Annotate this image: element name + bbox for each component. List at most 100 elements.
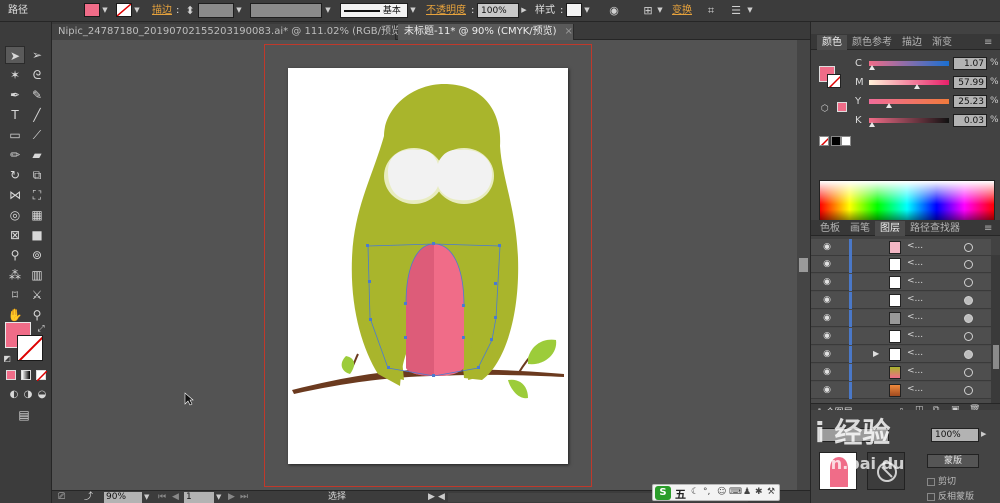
shape-builder-tool-icon[interactable]: ◎ <box>5 206 25 224</box>
pen-tool-icon[interactable]: ✒ <box>5 86 25 104</box>
chevron-down-icon[interactable]: ▼ <box>216 492 221 503</box>
layer-row[interactable]: ◉ <... <box>811 382 991 399</box>
moon-icon[interactable]: ☾ <box>691 487 699 497</box>
eyedropper-tool-icon[interactable]: ⚲ <box>5 246 25 264</box>
recolor-artwork-icon[interactable]: ◉ <box>606 3 622 18</box>
stroke-none-swatch[interactable] <box>116 3 132 17</box>
owl-artwork[interactable] <box>288 68 568 464</box>
lasso-tool-icon[interactable]: ᘓ <box>27 66 47 84</box>
sogou-logo-icon[interactable]: S <box>655 486 671 500</box>
tab-untitled-11[interactable]: 未标题-11* @ 90% (CMYK/预览) × <box>398 24 574 40</box>
yellow-value-input[interactable]: 25.23 <box>953 95 987 108</box>
target-icon[interactable] <box>964 368 973 377</box>
magic-wand-tool-icon[interactable]: ✶ <box>5 66 25 84</box>
magenta-slider[interactable] <box>869 80 949 85</box>
first-page-icon[interactable]: ⏮ <box>158 492 166 503</box>
chevron-down-icon[interactable]: ▼ <box>583 3 591 17</box>
visibility-eye-icon[interactable]: ◉ <box>821 313 833 323</box>
perspective-grid-tool-icon[interactable]: ▦ <box>27 206 47 224</box>
punctuation-icon[interactable]: °, <box>703 487 710 497</box>
chevron-down-icon[interactable]: ▼ <box>656 3 664 17</box>
stepper-icon[interactable]: ⬍ <box>182 3 198 18</box>
width-tool-icon[interactable]: ⋈ <box>5 186 25 204</box>
prev-page-icon[interactable]: ◀ <box>172 492 179 503</box>
next-page-icon[interactable]: ▶ <box>228 492 235 503</box>
chevron-right-icon[interactable]: ▶ <box>520 3 528 17</box>
slice-tool-icon[interactable]: ⚔ <box>27 286 47 304</box>
stroke-weight-input[interactable] <box>198 3 234 18</box>
yellow-knob[interactable] <box>886 103 892 108</box>
layer-row[interactable]: ◉ <... <box>811 310 991 327</box>
layer-row[interactable]: ◉ <... <box>811 292 991 309</box>
tab-color[interactable]: 颜色 <box>817 35 847 50</box>
fill-swatch[interactable] <box>84 3 100 17</box>
blend-tool-icon[interactable]: ⊚ <box>27 246 47 264</box>
black-slider[interactable] <box>869 118 949 123</box>
zoom-input[interactable]: 90% <box>104 492 142 503</box>
rectangle-tool-icon[interactable]: ▭ <box>5 126 25 144</box>
invert-mask-checkbox[interactable]: 反相蒙版 <box>927 489 974 502</box>
layer-row[interactable]: ◉ <... <box>811 328 991 345</box>
opacity-link[interactable]: 不透明度 <box>426 3 466 18</box>
none-color-swatch[interactable] <box>819 136 829 146</box>
layers-scrollbar[interactable] <box>991 255 1000 403</box>
out-of-gamut-icon[interactable]: ⬡ <box>821 104 829 114</box>
tab-color-guide[interactable]: 颜色参考 <box>847 35 897 50</box>
skin-icon[interactable]: ✱ <box>755 487 763 497</box>
opacity-input[interactable]: 100% <box>477 3 519 18</box>
magenta-knob[interactable] <box>914 84 920 89</box>
chevron-down-icon[interactable]: ▼ <box>746 3 754 17</box>
target-icon[interactable] <box>964 278 973 287</box>
black-value-input[interactable]: 0.03 <box>953 114 987 127</box>
pencil-tool-icon[interactable]: ✏ <box>5 146 25 164</box>
keyboard-icon[interactable]: ⌨ <box>729 487 742 497</box>
scroll-left-icon[interactable]: ◀ <box>438 492 445 503</box>
target-icon[interactable] <box>964 314 973 323</box>
yellow-slider[interactable] <box>869 99 949 104</box>
ime-mode-label[interactable]: 五 <box>675 486 686 502</box>
scale-tool-icon[interactable]: ⧉ <box>27 166 47 184</box>
stroke-style-select[interactable]: 基本 <box>340 3 408 18</box>
default-colors-icon[interactable]: ◩ <box>2 350 12 368</box>
swap-arrows-icon[interactable]: ⤢ <box>36 320 46 338</box>
target-icon[interactable] <box>964 332 973 341</box>
gradient-mode-icon[interactable] <box>21 370 31 380</box>
visibility-eye-icon[interactable]: ◉ <box>821 277 833 287</box>
chevron-down-icon[interactable]: ▼ <box>324 3 332 17</box>
user-icon[interactable]: ♟ <box>743 487 751 497</box>
chevron-down-icon[interactable]: ▼ <box>133 3 141 17</box>
target-icon[interactable] <box>964 386 973 395</box>
stroke-link[interactable]: 描边 <box>152 3 172 18</box>
visibility-eye-icon[interactable]: ◉ <box>821 367 833 377</box>
type-tool-icon[interactable]: T <box>5 106 25 124</box>
emoji-icon[interactable]: ☺ <box>717 487 726 497</box>
variable-width-select[interactable] <box>250 3 322 18</box>
cyan-slider[interactable] <box>869 61 949 66</box>
color-stroke-swatch[interactable] <box>827 74 841 88</box>
tab-stroke[interactable]: 描边 <box>897 35 927 50</box>
tools-icon[interactable]: ⚒ <box>767 487 775 497</box>
target-icon[interactable] <box>964 243 973 252</box>
free-transform-tool-icon[interactable]: ⛶ <box>27 186 47 204</box>
chevron-down-icon[interactable]: ▼ <box>235 3 243 17</box>
magenta-value-input[interactable]: 57.99 <box>953 76 987 89</box>
direct-selection-tool-icon[interactable]: ➢ <box>27 46 47 64</box>
layer-row[interactable]: ◉ ▶ <... <box>811 346 991 363</box>
make-mask-button[interactable]: 蒙版 <box>927 454 979 468</box>
target-icon[interactable] <box>964 296 973 305</box>
target-icon[interactable] <box>964 260 973 269</box>
document-profile-icon[interactable]: ⎚ <box>58 492 65 503</box>
curvature-tool-icon[interactable]: ✎ <box>27 86 47 104</box>
scroll-thumb[interactable] <box>993 345 999 369</box>
target-icon[interactable] <box>964 350 973 359</box>
cyan-knob[interactable] <box>869 65 875 70</box>
tab-brushes[interactable]: 画笔 <box>845 221 875 236</box>
artboard-tool-icon[interactable]: ⌑ <box>5 286 25 304</box>
layer-row[interactable]: ◉ <... <box>811 274 991 291</box>
visibility-eye-icon[interactable]: ◉ <box>821 259 833 269</box>
symbol-sprayer-tool-icon[interactable]: ⁂ <box>5 266 25 284</box>
selection-tool-icon[interactable]: ➤ <box>5 46 25 64</box>
chevron-down-icon[interactable]: ▼ <box>409 3 417 17</box>
gradient-tool-icon[interactable]: ■ <box>27 226 47 244</box>
rotate-tool-icon[interactable]: ↻ <box>5 166 25 184</box>
